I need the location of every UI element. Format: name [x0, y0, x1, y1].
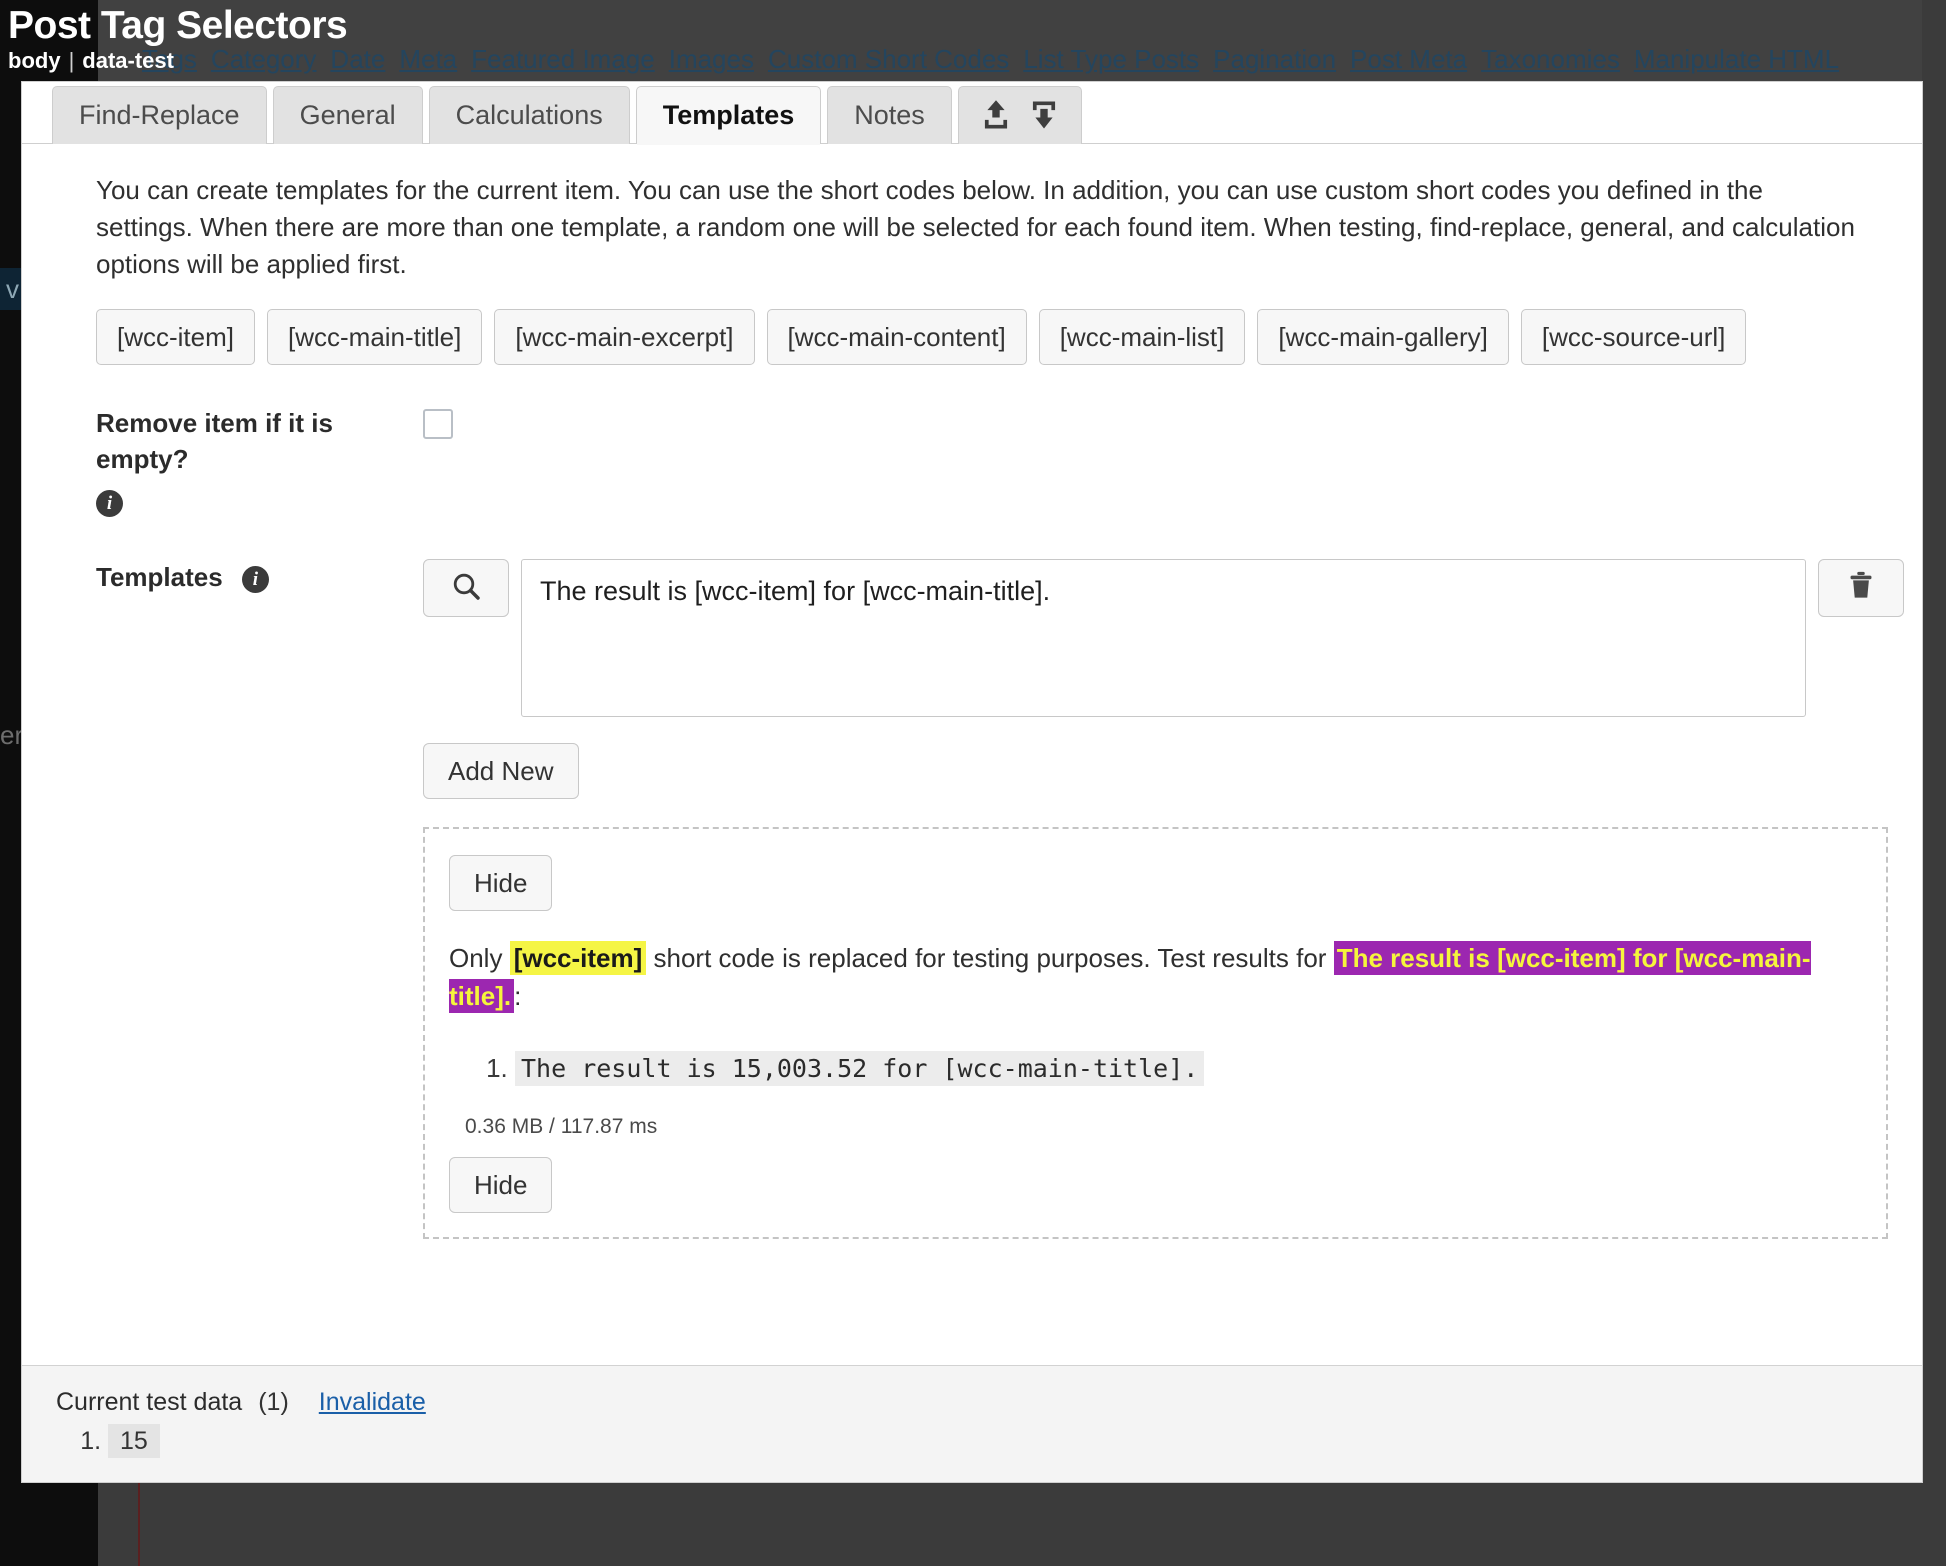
remove-empty-label: Remove item if it is empty?	[96, 408, 333, 474]
bottom-dark-gutter	[0, 1482, 98, 1566]
tab-find-replace-label: Find-Replace	[79, 100, 240, 130]
shortcode-chip-wcc-item[interactable]: [wcc-item]	[96, 309, 255, 365]
current-test-data-count: (1)	[258, 1388, 289, 1416]
tab-find-replace[interactable]: Find-Replace	[52, 86, 267, 144]
remove-empty-label-wrap: Remove item if it is empty? i	[96, 405, 423, 519]
nav-link-date[interactable]: Date	[330, 44, 385, 74]
current-test-data-bar: Current test data (1) Invalidate 15	[22, 1365, 1922, 1482]
search-button[interactable]	[423, 559, 509, 617]
info-icon[interactable]: i	[241, 565, 269, 593]
download-icon[interactable]	[1029, 99, 1059, 131]
nav-link-tags[interactable]: Tags	[142, 44, 197, 74]
shortcode-chip-wcc-main-content[interactable]: [wcc-main-content]	[766, 309, 1027, 365]
tab-notes[interactable]: Notes	[827, 86, 952, 144]
nav-link-category[interactable]: Category	[211, 44, 317, 74]
current-test-data-list: 15	[56, 1424, 1922, 1458]
templates-label-wrap: Templates i	[96, 559, 423, 717]
nav-link-manipulate-html[interactable]: Manipulate HTML	[1634, 44, 1839, 74]
trash-icon	[1846, 570, 1876, 607]
add-new-template-button[interactable]: Add New	[423, 743, 579, 799]
results-intro-mid: short code is replaced for testing purpo…	[646, 943, 1334, 973]
invalidate-link[interactable]: Invalidate	[319, 1388, 426, 1417]
test-result-list: The result is 15,003.52 for [wcc-main-ti…	[449, 1049, 1862, 1089]
search-icon	[450, 570, 482, 607]
shortcode-chip-list: [wcc-item] [wcc-main-title] [wcc-main-ex…	[22, 309, 1922, 365]
nav-link-featured-image[interactable]: Featured Image	[471, 44, 655, 74]
shortcode-chip-wcc-main-excerpt[interactable]: [wcc-main-excerpt]	[494, 309, 755, 365]
templates-panel-body: You can create templates for the current…	[22, 144, 1922, 1365]
info-icon[interactable]: i	[96, 489, 123, 517]
delete-template-button[interactable]	[1818, 559, 1904, 617]
hide-results-wrap-bottom: Hide	[449, 1157, 1862, 1213]
right-edge-chrome	[1922, 0, 1946, 1566]
current-test-data-label: Current test data	[56, 1388, 243, 1416]
templates-label: Templates	[96, 562, 223, 592]
nav-link-list: Tags Category Date Meta Featured Image Images…	[142, 44, 1853, 75]
nav-link-post-meta[interactable]: Post Meta	[1350, 44, 1467, 74]
upload-icon[interactable]	[981, 99, 1011, 131]
shortcode-chip-wcc-source-url[interactable]: [wcc-source-url]	[1520, 309, 1747, 365]
tab-calculations[interactable]: Calculations	[428, 86, 630, 144]
nav-link-custom-short-codes[interactable]: Custom Short Codes	[768, 44, 1009, 74]
tab-templates-label: Templates	[662, 100, 795, 130]
add-new-wrap: Add New	[22, 743, 1922, 799]
bottom-edge-chrome	[0, 1482, 1946, 1566]
nav-link-pagination[interactable]: Pagination	[1213, 44, 1336, 74]
performance-stats: 0.36 MB / 117.87 ms	[465, 1115, 658, 1138]
remove-empty-checkbox[interactable]	[423, 409, 453, 439]
nav-link-list-type-posts[interactable]: List Type Posts	[1023, 44, 1199, 74]
templates-modal: Find-Replace General Calculations Templa…	[22, 82, 1922, 1482]
test-result-value: The result is 15,003.52 for [wcc-main-ti…	[515, 1051, 1205, 1086]
tab-general-label: General	[299, 100, 396, 130]
bottom-red-rule	[138, 1482, 140, 1566]
tab-templates[interactable]: Templates	[635, 86, 822, 145]
templates-row: Templates i	[22, 559, 1922, 717]
test-results-panel: Hide Only [wcc-item] short code is repla…	[423, 827, 1888, 1239]
results-intro-pre: Only	[449, 943, 510, 973]
top-navigation-bar: Tags Category Date Meta Featured Image Images…	[98, 0, 1946, 82]
tab-notes-label: Notes	[854, 100, 925, 130]
hide-results-button-top[interactable]: Hide	[449, 855, 553, 911]
current-test-data-header: Current test data (1) Invalidate	[56, 1388, 1922, 1417]
template-editor-area	[423, 559, 1922, 717]
results-intro-post: :	[514, 981, 522, 1011]
remove-empty-row: Remove item if it is empty? i	[22, 405, 1922, 519]
nav-link-taxonomies[interactable]: Taxonomies	[1481, 44, 1620, 74]
nav-link-meta[interactable]: Meta	[399, 44, 457, 74]
nav-link-images[interactable]: Images	[669, 44, 754, 74]
shortcode-chip-wcc-main-gallery[interactable]: [wcc-main-gallery]	[1257, 309, 1509, 365]
shortcode-chip-wcc-main-title[interactable]: [wcc-main-title]	[267, 309, 483, 365]
tab-strip: Find-Replace General Calculations Templa…	[22, 82, 1922, 145]
results-description: Only [wcc-item] short code is replaced f…	[449, 939, 1862, 1015]
results-highlight-shortcode: [wcc-item]	[509, 941, 647, 975]
shortcode-chip-wcc-main-list[interactable]: [wcc-main-list]	[1038, 309, 1246, 365]
panel-description: You can create templates for the current…	[96, 175, 1855, 279]
template-textarea[interactable]	[521, 559, 1806, 717]
list-item: The result is 15,003.52 for [wcc-main-ti…	[515, 1049, 1862, 1089]
tab-calculations-label: Calculations	[455, 100, 603, 130]
test-data-value: 15	[108, 1424, 160, 1458]
list-item: 15	[108, 1424, 1922, 1458]
hide-results-button-bottom[interactable]: Hide	[449, 1157, 553, 1213]
tab-import-export[interactable]	[957, 86, 1082, 144]
tab-general[interactable]: General	[272, 86, 423, 144]
